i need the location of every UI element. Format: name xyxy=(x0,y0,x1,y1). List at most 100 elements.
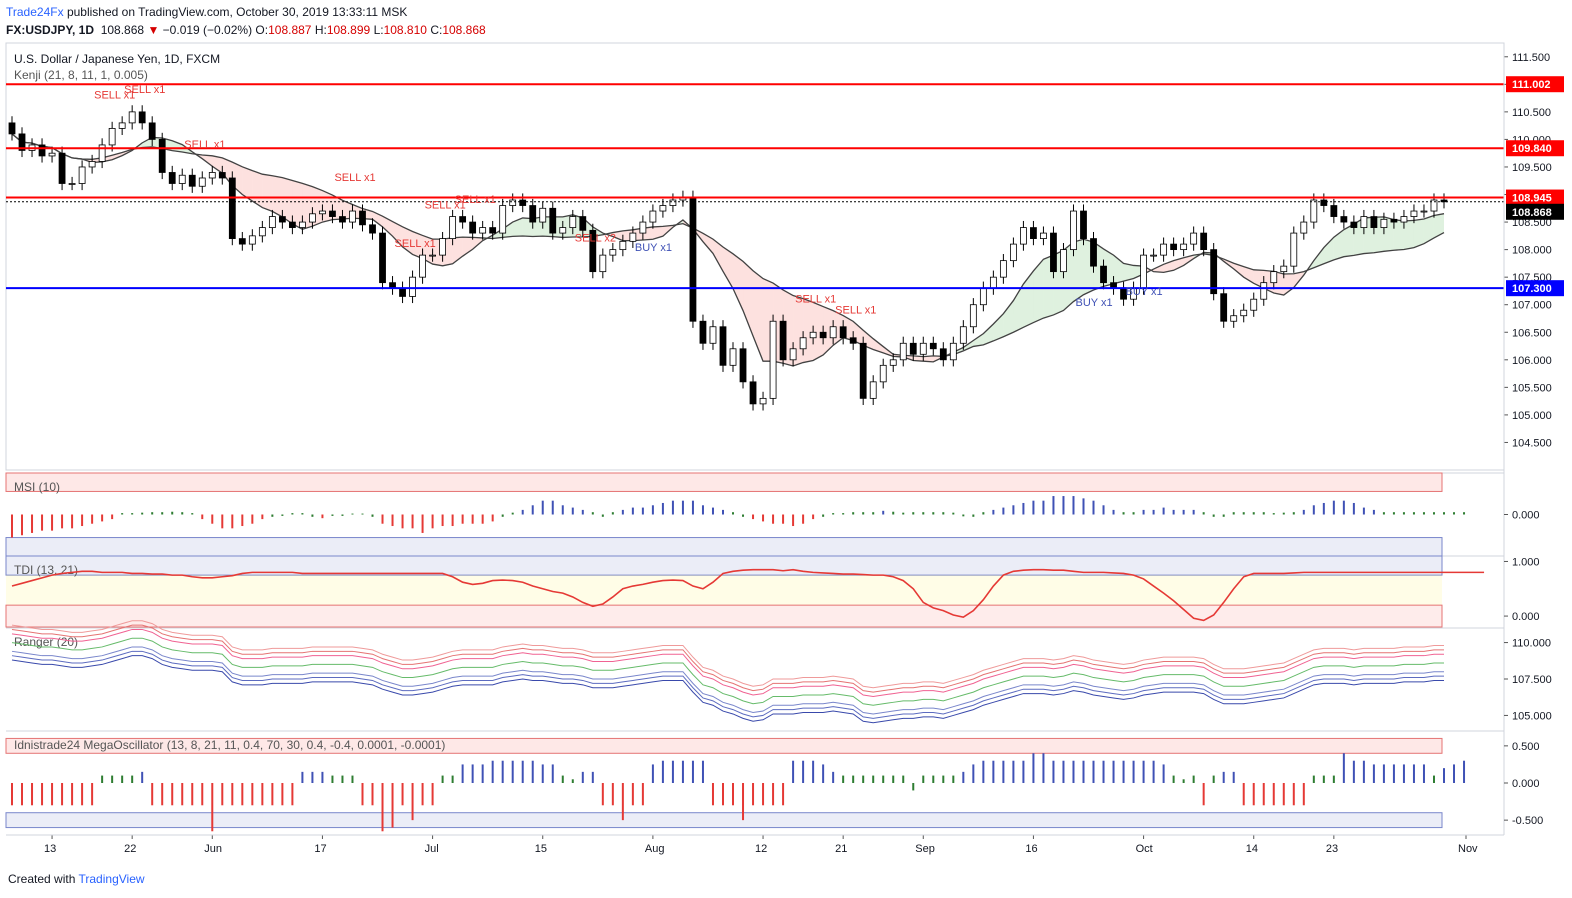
candle-body xyxy=(439,238,447,256)
main-pane-frame xyxy=(5,42,1505,471)
candle-body xyxy=(1300,221,1308,234)
pane-title: MSI (10) xyxy=(14,480,60,494)
candle-body xyxy=(1310,199,1318,223)
candle-body xyxy=(709,326,717,344)
candle-body xyxy=(1320,199,1328,206)
candle-body xyxy=(539,207,547,223)
candle-body xyxy=(288,221,296,228)
candle-body xyxy=(409,276,416,297)
pane-tick-label: -0.500 xyxy=(1512,815,1543,827)
candle-body xyxy=(979,287,987,306)
candle-body xyxy=(949,342,957,361)
candle-body xyxy=(48,152,56,157)
pane-band xyxy=(5,472,1443,492)
candle-body xyxy=(248,235,256,245)
candle-body xyxy=(1200,232,1208,251)
candle-body xyxy=(138,111,146,124)
candle-body xyxy=(1100,265,1107,284)
candle-body xyxy=(349,210,356,223)
sell-signal: SELL x1 xyxy=(184,139,225,151)
candle-body xyxy=(619,240,627,251)
pane-tick-label: 105.000 xyxy=(1512,710,1552,722)
level-label: 111.002 xyxy=(1512,79,1551,91)
candle-body xyxy=(1150,254,1157,257)
candle-body xyxy=(859,342,867,399)
candle-body xyxy=(559,227,567,234)
candle-body xyxy=(659,205,667,212)
x-tick-label: 16 xyxy=(1025,843,1037,855)
candle-body xyxy=(78,166,86,184)
candle-body xyxy=(849,337,857,344)
pane-band xyxy=(5,604,1443,628)
candle-body xyxy=(919,342,927,355)
candle-body xyxy=(1060,249,1067,273)
pane-tick-label: 107.500 xyxy=(1512,674,1552,686)
pane-title: Idnistrade24 MegaOscillator (13, 8, 21, … xyxy=(14,738,445,752)
candle-body xyxy=(1070,210,1077,251)
candle-body xyxy=(319,210,326,215)
candle-body xyxy=(188,174,196,187)
candle-body xyxy=(1030,227,1037,239)
y-tick-label: 106.000 xyxy=(1512,355,1552,367)
candle-body xyxy=(989,276,997,289)
x-tick-label: Sep xyxy=(915,843,935,855)
candle-body xyxy=(1240,309,1248,317)
candle-body xyxy=(579,216,587,231)
x-tick-label: Jun xyxy=(204,843,222,855)
candle-body xyxy=(999,260,1007,278)
candle-body xyxy=(359,210,366,226)
y-tick-label: 105.500 xyxy=(1512,382,1552,394)
candle-body xyxy=(479,227,487,234)
x-tick-label: Jul xyxy=(425,843,439,855)
kenji-cloud-segment xyxy=(1413,218,1424,248)
candle-body xyxy=(1040,232,1047,239)
candle-body xyxy=(1090,238,1097,267)
candle-body xyxy=(449,216,457,239)
candle-body xyxy=(218,172,226,179)
candle-body xyxy=(1340,216,1348,223)
candle-body xyxy=(429,254,436,257)
y-tick-label: 110.500 xyxy=(1512,107,1551,119)
candle-body xyxy=(459,216,467,223)
footer: Created with TradingView xyxy=(8,872,145,886)
candle-body xyxy=(379,232,386,284)
candle-body xyxy=(329,210,336,217)
candle-body xyxy=(1009,243,1017,262)
pane-band xyxy=(5,812,1443,829)
candle-body xyxy=(118,122,126,129)
candle-body xyxy=(339,216,346,223)
pane-tick-label: 0.000 xyxy=(1512,778,1540,790)
pane-tick-label: 110.000 xyxy=(1512,638,1551,650)
candle-body xyxy=(729,348,737,366)
created-with-text: Created with xyxy=(8,872,76,886)
candle-body xyxy=(469,221,477,234)
sell-signal: SELL x1 xyxy=(124,84,165,96)
candle-body xyxy=(959,326,967,344)
last-price-label: 108.868 xyxy=(1512,207,1552,219)
candle-body xyxy=(1180,243,1188,251)
candle-body xyxy=(769,320,777,399)
y-tick-label: 105.000 xyxy=(1512,410,1552,422)
candle-body xyxy=(88,161,96,168)
candle-body xyxy=(799,337,807,350)
candle-body xyxy=(1330,205,1338,217)
kenji-cloud-segment xyxy=(1023,270,1034,328)
candle-body xyxy=(198,177,206,187)
candle-body xyxy=(889,359,897,366)
level-label: 109.840 xyxy=(1512,143,1552,155)
pane-title: TDI (13, 21) xyxy=(14,563,78,577)
candle-body xyxy=(639,221,647,234)
candle-body xyxy=(1420,210,1428,213)
y-tick-label: 109.500 xyxy=(1512,162,1552,174)
chart-canvas[interactable]: 111.500111.000110.500110.000109.500109.0… xyxy=(0,0,1572,898)
candle-body xyxy=(228,177,236,239)
tradingview-logo[interactable]: TradingView xyxy=(79,872,145,886)
y-tick-label: 106.500 xyxy=(1512,327,1552,339)
kenji-cloud-segment xyxy=(262,174,273,212)
candle-body xyxy=(879,364,887,383)
candle-body xyxy=(1280,265,1288,273)
kenji-cloud-segment xyxy=(733,253,744,311)
candle-body xyxy=(108,127,116,146)
y-tick-label: 104.500 xyxy=(1512,437,1552,449)
sell-signal: SELL x1 xyxy=(795,293,836,305)
